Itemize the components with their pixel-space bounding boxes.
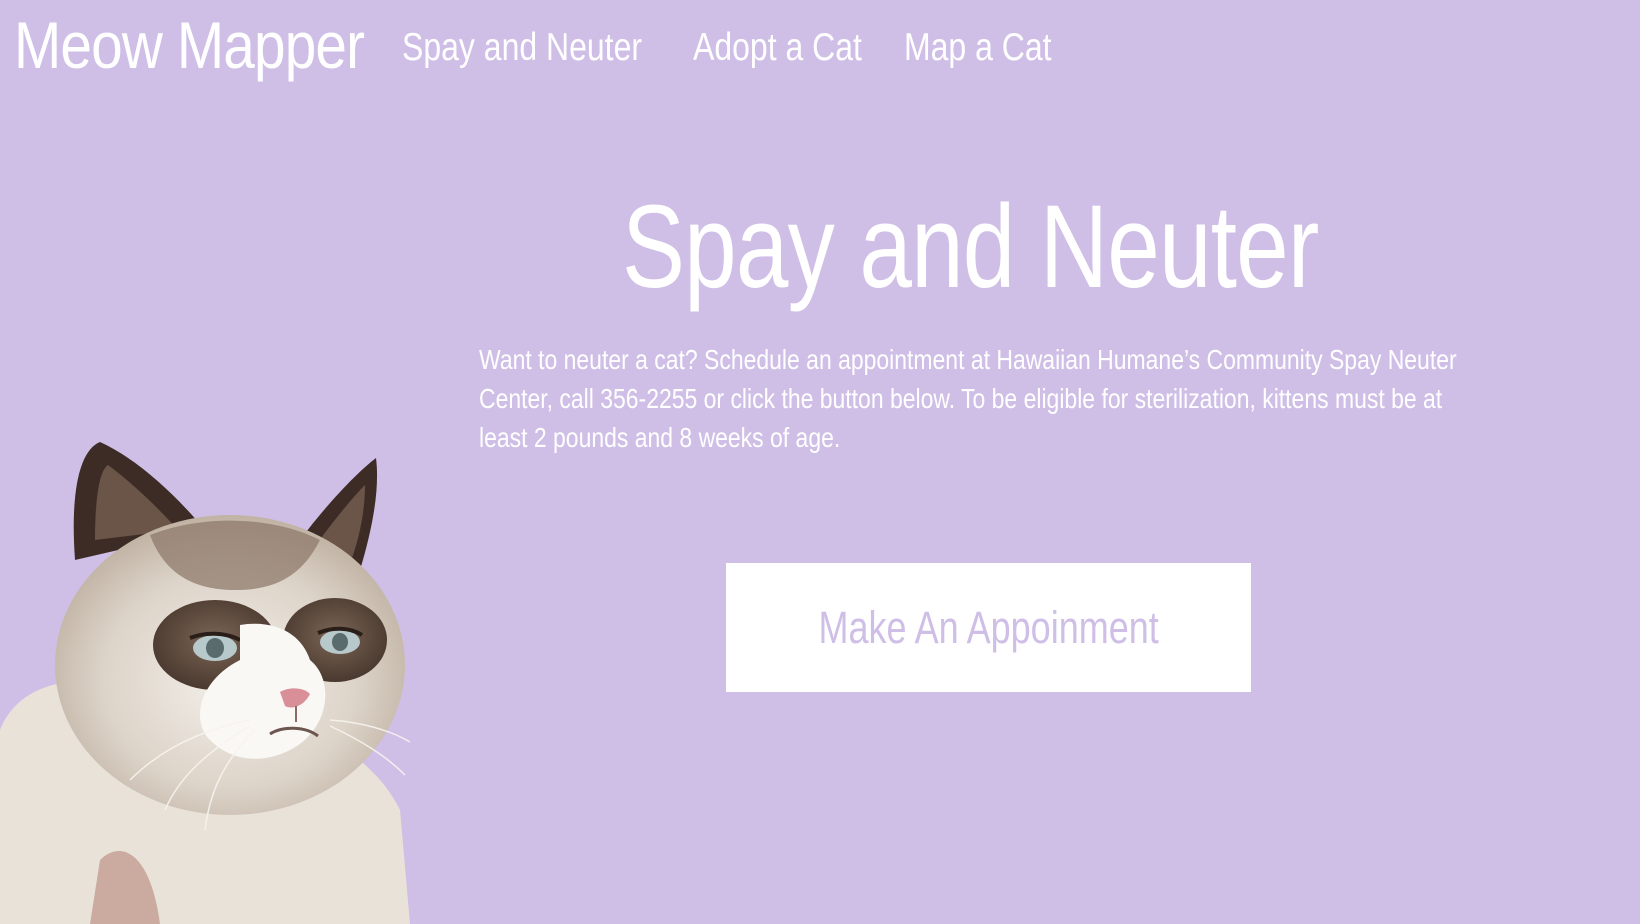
nav-link-map-cat[interactable]: Map a Cat (904, 26, 1052, 70)
brand-logo[interactable]: Meow Mapper (14, 8, 365, 82)
grumpy-cat-icon (0, 442, 411, 924)
nav-link-adopt-cat[interactable]: Adopt a Cat (693, 26, 862, 70)
make-appointment-label: Make An Appoinment (818, 601, 1159, 653)
make-appointment-button[interactable]: Make An Appoinment (726, 563, 1251, 692)
intro-paragraph: Want to neuter a cat? Schedule an appoin… (479, 344, 1457, 453)
page-title: Spay and Neuter (622, 181, 1319, 313)
nav-link-spay-neuter[interactable]: Spay and Neuter (402, 26, 642, 70)
page: Meow Mapper Spay and Neuter Adopt a Cat … (0, 0, 1640, 924)
